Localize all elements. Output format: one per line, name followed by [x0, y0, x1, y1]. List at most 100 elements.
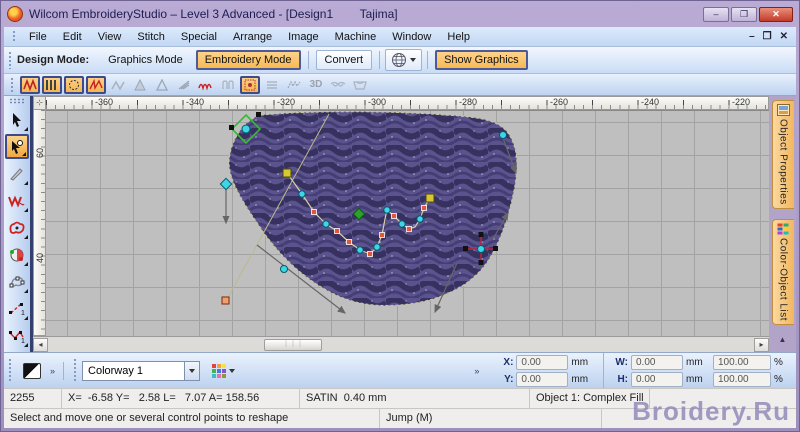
overflow-chevron-icon[interactable]: » [474, 366, 479, 376]
w-unit: mm [686, 356, 703, 368]
workspace: 1 1 ⊹ -360 -340 -320 -300 -280 -260 -240… [4, 96, 796, 359]
ruler-label: -300 [368, 97, 387, 107]
design-disk-icon[interactable] [23, 362, 41, 379]
toolbar-grip[interactable] [9, 98, 25, 104]
toolbar-grip[interactable] [8, 358, 13, 383]
h-unit: mm [686, 373, 703, 385]
ruler-label: 60 [35, 147, 45, 158]
toolbar-grip[interactable] [8, 50, 13, 70]
ruler-label: -260 [550, 97, 569, 107]
globe-dropdown-button[interactable] [385, 49, 423, 71]
object-properties-icon [776, 104, 790, 116]
w-field[interactable]: 0.00 [631, 354, 683, 370]
watermark: Broidery.Ru [632, 396, 790, 426]
colorway-select[interactable]: Colorway 1 [82, 360, 201, 381]
current-mode: Jump (M) [380, 409, 602, 428]
left-toolbox: 1 1 [4, 96, 33, 352]
horizontal-ruler[interactable]: -360 -340 -320 -300 -280 -260 -240 -220 [46, 96, 769, 110]
separator [603, 353, 605, 371]
toolbar-grip[interactable] [73, 358, 79, 383]
close-button[interactable]: ✕ [759, 6, 793, 22]
embroidery-mode-button[interactable]: Embroidery Mode [195, 50, 301, 70]
colorway-palette-icon [212, 363, 227, 378]
triple-run-tool[interactable]: 1 [5, 323, 29, 348]
control-point[interactable] [280, 265, 288, 273]
motif-fill-icon[interactable] [64, 75, 84, 94]
svg-text:1: 1 [21, 338, 25, 344]
toolbar-grip[interactable] [10, 77, 15, 92]
trim-glasses-icon [328, 76, 348, 94]
restore-button[interactable]: ❐ [731, 6, 757, 22]
zigzag-fill-icon[interactable] [20, 75, 40, 94]
separator [307, 51, 309, 69]
stitch-count: 2255 [4, 389, 62, 408]
stitch-type-status: SATIN 0.40 mm [300, 389, 530, 408]
color-wheel-tool[interactable] [5, 242, 29, 267]
menu-image[interactable]: Image [280, 29, 327, 45]
control-point-square[interactable] [221, 296, 230, 305]
h-field[interactable]: 0.00 [631, 371, 683, 387]
menu-edit[interactable]: Edit [55, 29, 90, 45]
scroll-left-arrow[interactable]: ◂ [33, 337, 48, 352]
tatami-fill-icon[interactable] [42, 75, 62, 94]
scroll-thumb[interactable]: ｜｜｜ [264, 339, 322, 351]
3d-effect-label: 3D [309, 79, 323, 90]
chain-end-handle[interactable] [282, 168, 292, 178]
lettering-tool[interactable] [5, 188, 29, 213]
menu-arrange[interactable]: Arrange [225, 29, 280, 45]
colorway-palette-button[interactable] [208, 362, 239, 380]
reshape-node-tool[interactable] [5, 269, 29, 294]
tab-object-properties[interactable]: Object Properties [771, 100, 794, 209]
overflow-chevron-icon[interactable]: » [50, 366, 55, 376]
y-field[interactable]: 0.00 [516, 371, 569, 387]
colorway-toolbar: » Colorway 1 » X: 0.00 mm W: 0.00 mm 100… [4, 352, 796, 388]
show-graphics-button[interactable]: Show Graphics [435, 50, 528, 70]
control-point[interactable] [499, 131, 507, 139]
run-stitch-tool[interactable]: 1 [5, 296, 29, 321]
colorway-value: Colorway 1 [88, 364, 144, 377]
ruler-origin-button[interactable]: ⊹ [33, 96, 46, 110]
knife-tool[interactable] [5, 161, 29, 186]
zigzag-outline-icon [108, 76, 128, 94]
menu-view[interactable]: View [90, 29, 130, 45]
window-title: Wilcom EmbroideryStudio – Level 3 Advanc… [29, 7, 398, 21]
menu-help[interactable]: Help [439, 29, 478, 45]
toolbar-grip[interactable] [12, 29, 17, 44]
scroll-right-arrow[interactable]: ▸ [754, 337, 769, 352]
closed-shape-tool[interactable] [5, 215, 29, 240]
embroidery-object[interactable] [228, 111, 518, 307]
menu-stitch[interactable]: Stitch [129, 29, 173, 45]
scale-x-field[interactable]: 100.00 [713, 354, 771, 370]
tab-color-object-list[interactable]: Color-Object List [771, 218, 794, 325]
menu-special[interactable]: Special [173, 29, 225, 45]
menu-file[interactable]: File [21, 29, 55, 45]
pattern-fill-icon[interactable] [240, 75, 260, 94]
x-field[interactable]: 0.00 [516, 354, 569, 370]
vertical-ruler[interactable]: 60 40 [33, 110, 46, 336]
triangle-fill-icon [130, 76, 150, 94]
graphics-mode-button[interactable]: Graphics Mode [99, 50, 192, 70]
child-minimize-button[interactable]: – [749, 31, 755, 42]
convert-button[interactable]: Convert [315, 50, 373, 70]
reshape-tool[interactable] [5, 134, 29, 159]
menu-window[interactable]: Window [384, 29, 439, 45]
menu-machine[interactable]: Machine [327, 29, 385, 45]
satin-fill-icon[interactable] [86, 75, 106, 94]
control-point-diamond[interactable] [219, 177, 233, 191]
child-close-button[interactable]: ✕ [780, 31, 788, 42]
select-tool[interactable] [5, 107, 29, 132]
colorway-dropdown-button[interactable] [184, 361, 200, 380]
app-flame-icon [7, 6, 23, 22]
design-canvas[interactable] [46, 110, 769, 336]
separator [427, 51, 429, 69]
horizontal-scrollbar[interactable]: ◂ ｜｜｜ ▸ [33, 336, 769, 352]
child-restore-button[interactable]: ❐ [763, 31, 772, 42]
wave-run-icon[interactable] [196, 76, 216, 94]
ruler-label: 40 [35, 252, 45, 263]
scale-x-percent: % [774, 356, 783, 368]
minimize-button[interactable]: – [703, 6, 729, 22]
scale-y-field[interactable]: 100.00 [713, 371, 771, 387]
chain-end-handle[interactable] [425, 193, 435, 203]
tabs-scroll-up-icon[interactable]: ▲ [779, 335, 787, 344]
y-unit: mm [571, 373, 589, 385]
